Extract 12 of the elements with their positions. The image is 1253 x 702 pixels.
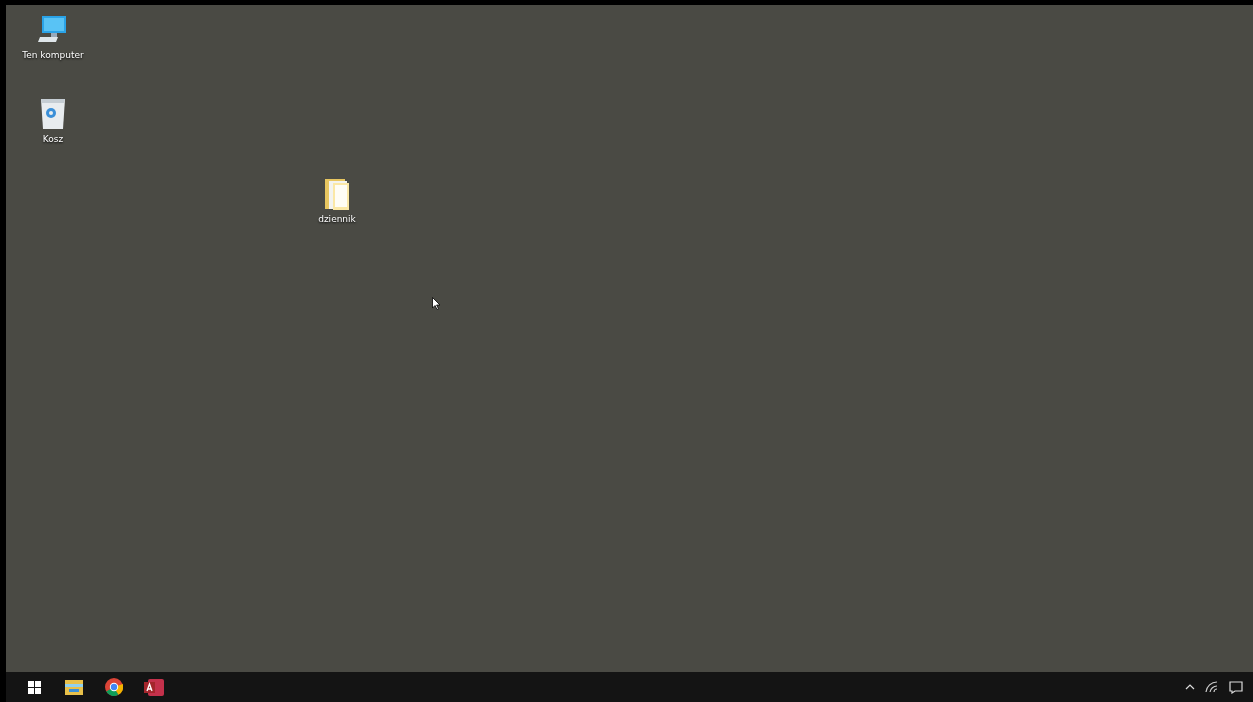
folder-icon [322, 177, 352, 211]
notification-icon[interactable] [1229, 680, 1243, 694]
folder-icon[interactable] [65, 679, 83, 695]
start-icon[interactable] [27, 680, 41, 694]
mouse-pointer-icon [432, 297, 441, 310]
desktop-shortcut[interactable]: Kosz [20, 95, 86, 144]
desktop-shortcut[interactable]: dziennik [304, 177, 370, 224]
database-app-icon[interactable] [144, 678, 164, 696]
chevron-up-icon[interactable] [1185, 684, 1195, 690]
desktop-shortcut[interactable]: Ten komputer [20, 13, 86, 60]
wifi-icon[interactable] [1205, 681, 1219, 693]
browser-icon[interactable] [105, 678, 123, 696]
